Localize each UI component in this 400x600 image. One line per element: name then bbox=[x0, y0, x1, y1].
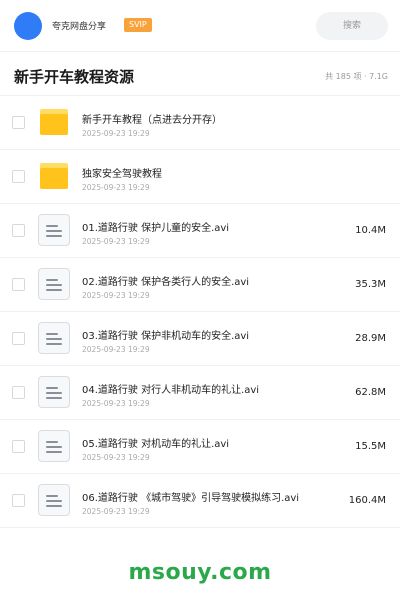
item-size: 35.3M bbox=[355, 279, 386, 290]
item-date: 2025-09-23 19:29 bbox=[82, 237, 150, 246]
folder-icon bbox=[40, 163, 68, 189]
folder-summary: 共 185 项 · 7.1G bbox=[325, 72, 388, 81]
file-list: 新手开车教程（点进去分开存） 2025-09-23 19:29 独家安全驾驶教程… bbox=[0, 96, 400, 528]
item-date: 2025-09-23 19:29 bbox=[82, 129, 150, 138]
list-item[interactable]: 01.道路行驶 保护儿童的安全.avi 2025-09-23 19:29 10.… bbox=[0, 204, 400, 258]
folder-title-bar: 新手开车教程资源 共 185 项 · 7.1G bbox=[0, 52, 400, 96]
item-name: 独家安全驾驶教程 bbox=[82, 169, 162, 180]
item-name: 02.道路行驶 保护各类行人的安全.avi bbox=[82, 277, 250, 288]
select-checkbox[interactable] bbox=[12, 386, 25, 399]
video-file-icon bbox=[38, 322, 70, 354]
item-date: 2025-09-23 19:29 bbox=[82, 453, 150, 462]
page-title: 新手开车教程资源 bbox=[14, 68, 135, 86]
list-item[interactable]: 03.道路行驶 保护非机动车的安全.avi 2025-09-23 19:29 2… bbox=[0, 312, 400, 366]
item-size: 15.5M bbox=[355, 441, 386, 452]
item-date: 2025-09-23 19:29 bbox=[82, 345, 150, 354]
list-item[interactable]: 06.道路行驶 《城市驾驶》引导驾驶模拟练习.avi 2025-09-23 19… bbox=[0, 474, 400, 528]
video-file-icon bbox=[38, 214, 70, 246]
folder-icon bbox=[40, 109, 68, 135]
item-name: 01.道路行驶 保护儿童的安全.avi bbox=[82, 223, 230, 234]
select-checkbox[interactable] bbox=[12, 278, 25, 291]
video-file-icon bbox=[38, 484, 70, 516]
video-file-icon bbox=[38, 376, 70, 408]
list-item[interactable]: 02.道路行驶 保护各类行人的安全.avi 2025-09-23 19:29 3… bbox=[0, 258, 400, 312]
list-item[interactable]: 独家安全驾驶教程 2025-09-23 19:29 bbox=[0, 150, 400, 204]
item-date: 2025-09-23 19:29 bbox=[82, 291, 150, 300]
item-date: 2025-09-23 19:29 bbox=[82, 183, 150, 192]
item-name: 05.道路行驶 对机动车的礼让.avi bbox=[82, 439, 230, 450]
list-item[interactable]: 05.道路行驶 对机动车的礼让.avi 2025-09-23 19:29 15.… bbox=[0, 420, 400, 474]
item-name: 新手开车教程（点进去分开存） bbox=[82, 115, 222, 126]
video-file-icon bbox=[38, 430, 70, 462]
item-size: 28.9M bbox=[355, 333, 386, 344]
item-size: 160.4M bbox=[348, 495, 386, 506]
header-bar: 夸克网盘分享 SVIP 搜索 bbox=[0, 0, 400, 52]
list-item[interactable]: 新手开车教程（点进去分开存） 2025-09-23 19:29 bbox=[0, 96, 400, 150]
select-checkbox[interactable] bbox=[12, 224, 25, 237]
svip-badge: SVIP bbox=[124, 18, 152, 32]
item-size: 10.4M bbox=[355, 225, 386, 236]
item-name: 03.道路行驶 保护非机动车的安全.avi bbox=[82, 331, 250, 342]
video-file-icon bbox=[38, 268, 70, 300]
item-size: 62.8M bbox=[355, 387, 386, 398]
item-name: 06.道路行驶 《城市驾驶》引导驾驶模拟练习.avi bbox=[82, 493, 300, 504]
select-checkbox[interactable] bbox=[12, 116, 25, 129]
list-item[interactable]: 04.道路行驶 对行人非机动车的礼让.avi 2025-09-23 19:29 … bbox=[0, 366, 400, 420]
owner-name[interactable]: 夸克网盘分享 bbox=[52, 19, 106, 32]
search-input[interactable]: 搜索 bbox=[316, 12, 388, 40]
item-date: 2025-09-23 19:29 bbox=[82, 507, 150, 516]
select-checkbox[interactable] bbox=[12, 332, 25, 345]
select-checkbox[interactable] bbox=[12, 170, 25, 183]
item-date: 2025-09-23 19:29 bbox=[82, 399, 150, 408]
watermark: msouy.com bbox=[128, 560, 272, 585]
select-checkbox[interactable] bbox=[12, 440, 25, 453]
item-name: 04.道路行驶 对行人非机动车的礼让.avi bbox=[82, 385, 260, 396]
select-checkbox[interactable] bbox=[12, 494, 25, 507]
avatar[interactable] bbox=[14, 12, 42, 40]
